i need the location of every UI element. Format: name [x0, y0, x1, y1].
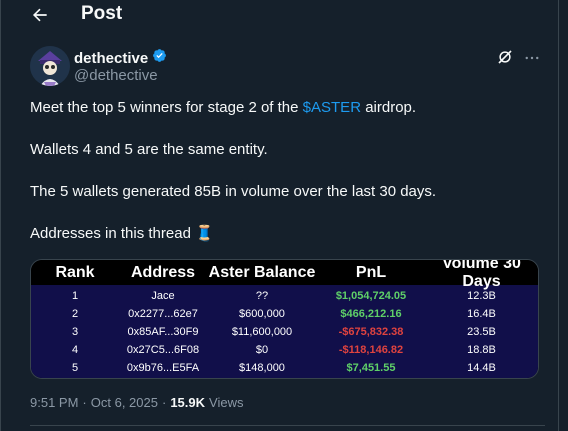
- rank-cell: 2: [71, 308, 79, 320]
- table-row: 1 Jace ?? $1,054,724.05 12.3B: [31, 287, 538, 305]
- post-meta: 9:51 PM · Oct 6, 2025 · 15.9K Views: [30, 395, 243, 410]
- address-cell: 0x85AF...30F9: [127, 326, 199, 338]
- pnl-cell: $7,451.55: [346, 362, 396, 374]
- avatar[interactable]: [30, 46, 70, 86]
- rank-cell: 3: [71, 326, 79, 338]
- column-header: Address: [130, 263, 196, 281]
- balance-cell: $600,000: [239, 308, 285, 320]
- balance-cell: ??: [255, 290, 269, 302]
- table-row: 2 0x2277...62e7 $600,000 $466,212.16 16.…: [31, 305, 538, 323]
- pnl-cell: $466,212.16: [340, 308, 402, 320]
- address-cell: 0x27C5...6F08: [126, 344, 200, 356]
- tweet-image[interactable]: Rank Address Aster Balance PnL Volume 30…: [30, 259, 539, 379]
- pnl-cell: -$675,832.38: [338, 326, 404, 338]
- author-name[interactable]: dethective: [74, 50, 148, 67]
- author-handle[interactable]: @dethective: [74, 67, 158, 84]
- grok-icon[interactable]: [496, 48, 516, 68]
- post-header: Post: [0, 0, 559, 30]
- table-row: 4 0x27C5...6F08 $0 -$118,146.82 18.8B: [31, 341, 538, 359]
- volume-cell: 23.5B: [467, 326, 496, 338]
- column-header: Rank: [55, 263, 95, 281]
- volume-cell: 18.8B: [467, 344, 496, 356]
- tweet-text: Meet the top 5 winners for stage 2 of th…: [30, 98, 545, 244]
- table-header: Rank Address Aster Balance PnL Volume 30…: [31, 260, 538, 290]
- volume-cell: 14.4B: [467, 362, 496, 374]
- address-cell: 0x9b76...E5FA: [126, 362, 200, 374]
- address-cell: 0x2277...62e7: [128, 308, 198, 320]
- divider: [30, 425, 545, 426]
- rank-cell: 4: [71, 344, 79, 356]
- volume-cell: 16.4B: [467, 308, 496, 320]
- address-cell: Jace: [151, 290, 175, 302]
- column-header: Volume 30 Days: [442, 259, 521, 290]
- tweet-line-3: The 5 wallets generated 85B in volume ov…: [30, 183, 437, 200]
- post-date[interactable]: Oct 6, 2025: [91, 395, 158, 410]
- right-border: [558, 0, 559, 431]
- views-label: Views: [209, 395, 244, 410]
- meta-separator: ·: [161, 395, 167, 410]
- views-count: 15.9K: [170, 395, 206, 410]
- tweet-text-segment: airdrop.: [361, 99, 417, 116]
- cashtag-link[interactable]: $ASTER: [303, 99, 361, 116]
- pnl-cell: -$118,146.82: [338, 344, 404, 356]
- verified-badge-icon: [152, 48, 167, 68]
- rank-cell: 1: [71, 290, 79, 302]
- table-body: 1 Jace ?? $1,054,724.05 12.3B 2 0x2277..…: [31, 285, 538, 378]
- rank-cell: 5: [71, 362, 79, 374]
- table-row: 3 0x85AF...30F9 $11,600,000 -$675,832.38…: [31, 323, 538, 341]
- back-arrow-icon[interactable]: [29, 4, 51, 26]
- column-header: Aster Balance: [208, 263, 316, 281]
- meta-separator: ·: [82, 395, 87, 410]
- volume-cell: 12.3B: [467, 290, 496, 302]
- more-options-icon[interactable]: [522, 48, 542, 68]
- balance-cell: $11,600,000: [231, 326, 293, 338]
- post-time[interactable]: 9:51 PM: [30, 395, 78, 410]
- table-row: 5 0x9b76...E5FA $148,000 $7,451.55 14.4B: [31, 359, 538, 377]
- pnl-cell: $1,054,724.05: [335, 290, 407, 302]
- balance-cell: $0: [255, 344, 269, 356]
- balance-cell: $148,000: [239, 362, 285, 374]
- tweet-line-2: Wallets 4 and 5 are the same entity.: [30, 141, 268, 158]
- left-border: [0, 0, 1, 431]
- tweet-line-1: Meet the top 5 winners for stage 2 of th…: [30, 98, 545, 118]
- author-name-row: dethective: [74, 48, 167, 68]
- page-title: Post: [81, 3, 123, 24]
- tweet-line-4: Addresses in this thread 🧵: [30, 225, 214, 242]
- column-header: PnL: [355, 263, 387, 281]
- tweet-text-segment: Meet the top 5 winners for stage 2 of th…: [30, 99, 303, 116]
